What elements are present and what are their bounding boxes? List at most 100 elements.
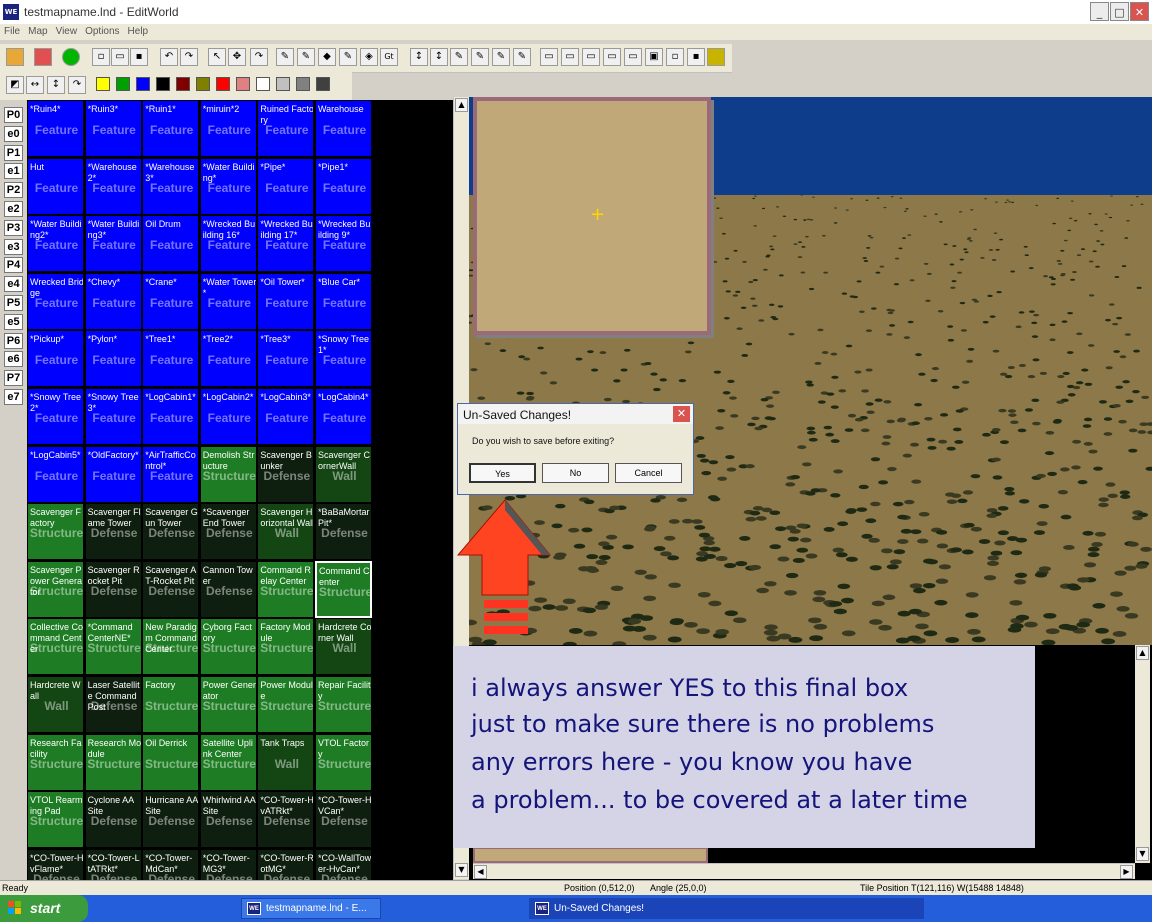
grid-item[interactable]: *LogCabin1* Feature <box>142 388 200 445</box>
grid-item[interactable]: *Tree3* Feature <box>257 330 315 388</box>
height-up-icon[interactable]: ↕ <box>410 48 428 66</box>
grid-item[interactable]: *OldFactory* Feature <box>84 445 142 503</box>
dialog-close-button[interactable]: ✕ <box>673 406 690 422</box>
menu-view[interactable]: View <box>52 24 82 40</box>
pen-select-icon[interactable]: ✎ <box>297 48 315 66</box>
grid-item[interactable]: *CO-WallTower-HvCan* Defense <box>315 848 372 880</box>
grid-item[interactable]: *Blue Car* Feature <box>315 272 372 330</box>
grid-item[interactable]: Scavenger AT-Rocket Pit Defense <box>142 560 200 618</box>
grid-item[interactable]: *Scavenger End Tower Defense <box>199 503 257 561</box>
grid-item[interactable]: Tank Traps Wall <box>257 733 315 791</box>
grid-item[interactable]: Research Module Structure <box>84 733 142 791</box>
fill-icon[interactable]: ◆ <box>318 48 336 66</box>
grid-item[interactable]: *Tree1* Feature <box>142 330 200 388</box>
grid-item[interactable]: *CO-Tower-MdCan* Defense <box>142 848 200 880</box>
grid-item[interactable]: Scavenger Rocket Pit Defense <box>84 560 142 618</box>
grid-item[interactable]: *CO-Tower-HVCan* Defense <box>315 791 372 849</box>
scroll-right-icon[interactable]: ▶ <box>1120 865 1133 879</box>
start-button[interactable]: start <box>0 895 88 922</box>
grid-item[interactable]: Cannon Tower Defense <box>199 560 257 618</box>
map-3d-view[interactable]: + <box>469 97 1152 645</box>
grid-item[interactable]: *Crane* Feature <box>142 272 200 330</box>
gateway-icon[interactable]: Gt <box>380 48 398 66</box>
view2-icon[interactable]: ▭ <box>561 48 579 66</box>
color-swatch[interactable] <box>96 77 110 91</box>
grid-item[interactable]: *Snowy Tree3* Feature <box>84 388 142 445</box>
grid-item[interactable]: *Ruin4* Feature <box>27 100 84 157</box>
paint2-icon[interactable]: ✎ <box>471 48 489 66</box>
player-tab-e0[interactable]: e0 <box>4 125 23 142</box>
player-tab-p3[interactable]: P3 <box>4 219 23 236</box>
close-button[interactable]: ✕ <box>1130 2 1149 21</box>
grid-item[interactable]: Laser Satellite Command Post Defense <box>84 676 142 733</box>
color-swatch[interactable] <box>236 77 250 91</box>
color-swatch[interactable] <box>116 77 130 91</box>
scroll-left-icon[interactable]: ◀ <box>474 865 487 879</box>
color-swatch[interactable] <box>196 77 210 91</box>
grid-item[interactable]: *Water Building* Feature <box>199 157 257 215</box>
grid-item[interactable]: Power Module Structure <box>257 676 315 733</box>
pointer-icon[interactable]: ↖ <box>208 48 226 66</box>
grid-item[interactable]: Scavenger CornerWall Wall <box>315 445 372 503</box>
scroll-up-icon[interactable]: ▲ <box>455 98 468 112</box>
player-tab-e2[interactable]: e2 <box>4 201 23 217</box>
redo-icon[interactable]: ↷ <box>180 48 198 66</box>
cancel-button[interactable]: Cancel <box>615 463 682 483</box>
grid-item[interactable]: Ruined Factory Feature <box>257 100 315 157</box>
grid-item[interactable]: Scavenger Horizontal Wall Wall <box>257 503 315 561</box>
color-swatch[interactable] <box>276 77 290 91</box>
grid-item[interactable]: *Warehouse2* Feature <box>84 157 142 215</box>
maximize-button[interactable]: □ <box>1110 2 1129 21</box>
texture-tool-icon[interactable] <box>6 48 24 66</box>
grid-item[interactable]: Cyclone AA Site Defense <box>84 791 142 849</box>
scroll-down-icon[interactable]: ▼ <box>455 863 468 877</box>
menu-map[interactable]: Map <box>24 24 51 40</box>
grid-item[interactable]: Power Generator Structure <box>199 676 257 733</box>
grid-item[interactable]: *Water Building3* Feature <box>84 215 142 273</box>
grid-item[interactable]: Command Relay Center Structure <box>257 560 315 618</box>
delete-tool-icon[interactable] <box>34 48 52 66</box>
grid-item[interactable]: Whirlwind AA Site Defense <box>199 791 257 849</box>
marker-icon[interactable]: ✎ <box>513 48 531 66</box>
menu-help[interactable]: Help <box>124 24 153 40</box>
rotate-tile-icon[interactable]: ↷ <box>68 76 86 94</box>
grid-item[interactable]: Research Facility Structure <box>27 733 84 791</box>
grid-item[interactable]: *CO-Tower-HvFlame* Defense <box>27 848 84 880</box>
open-file-icon[interactable]: ▭ <box>111 48 129 66</box>
flip-horizontal-icon[interactable]: ↔ <box>26 76 44 94</box>
player-tab-p4[interactable]: P4 <box>4 257 23 274</box>
player-tab-e7[interactable]: e7 <box>4 389 23 405</box>
task-unsaved-dialog[interactable]: WE Un-Saved Changes! <box>529 898 924 919</box>
color-swatch[interactable] <box>256 77 270 91</box>
menu-options[interactable]: Options <box>81 24 123 40</box>
grid-item[interactable]: Hardcrete Corner Wall Wall <box>315 618 372 676</box>
grid-item[interactable]: Scavenger Bunker Defense <box>257 445 315 503</box>
grid-item[interactable]: Wrecked Bridge Feature <box>27 272 84 330</box>
grid-item[interactable]: *LogCabin2* Feature <box>199 388 257 445</box>
grid-item[interactable]: Command Center Structure <box>315 560 372 618</box>
player-tab-p7[interactable]: P7 <box>4 370 23 387</box>
player-tab-p5[interactable]: P5 <box>4 295 23 311</box>
grid-item[interactable]: *Pylon* Feature <box>84 330 142 388</box>
yes-button[interactable]: Yes <box>469 463 536 483</box>
game-icon[interactable] <box>707 48 725 66</box>
grid-item[interactable]: Oil Drum Feature <box>142 215 200 273</box>
grid-item[interactable]: Hardcrete Wall Wall <box>27 676 84 733</box>
grid-item[interactable]: Demolish Structure Structure <box>199 445 257 503</box>
camera-icon[interactable]: ▪ <box>687 48 705 66</box>
grid-item[interactable]: Oil Derrick Structure <box>142 733 200 791</box>
grid-item[interactable]: *BaBaMortarPit* Defense <box>315 503 372 561</box>
player-tab-e3[interactable]: e3 <box>4 238 23 255</box>
grid-item[interactable]: *Ruin1* Feature <box>142 100 200 157</box>
grid-item[interactable]: *Pipe* Feature <box>257 157 315 215</box>
grid-item[interactable]: *Oil Tower* Feature <box>257 272 315 330</box>
paint-icon[interactable]: ✎ <box>450 48 468 66</box>
grid-item[interactable]: *Tree2* Feature <box>199 330 257 388</box>
grid-item[interactable]: *Chevy* Feature <box>84 272 142 330</box>
new-file-icon[interactable]: ▫ <box>92 48 110 66</box>
grid-item[interactable]: *Pickup* Feature <box>27 330 84 388</box>
grid-item[interactable]: Scavenger Factory Structure <box>27 503 84 561</box>
grid-item[interactable]: *CO-Tower-MG3* Defense <box>199 848 257 880</box>
grid-item[interactable]: *CO-Tower-HvATRkt* Defense <box>257 791 315 849</box>
object-icon[interactable]: ◈ <box>360 48 378 66</box>
